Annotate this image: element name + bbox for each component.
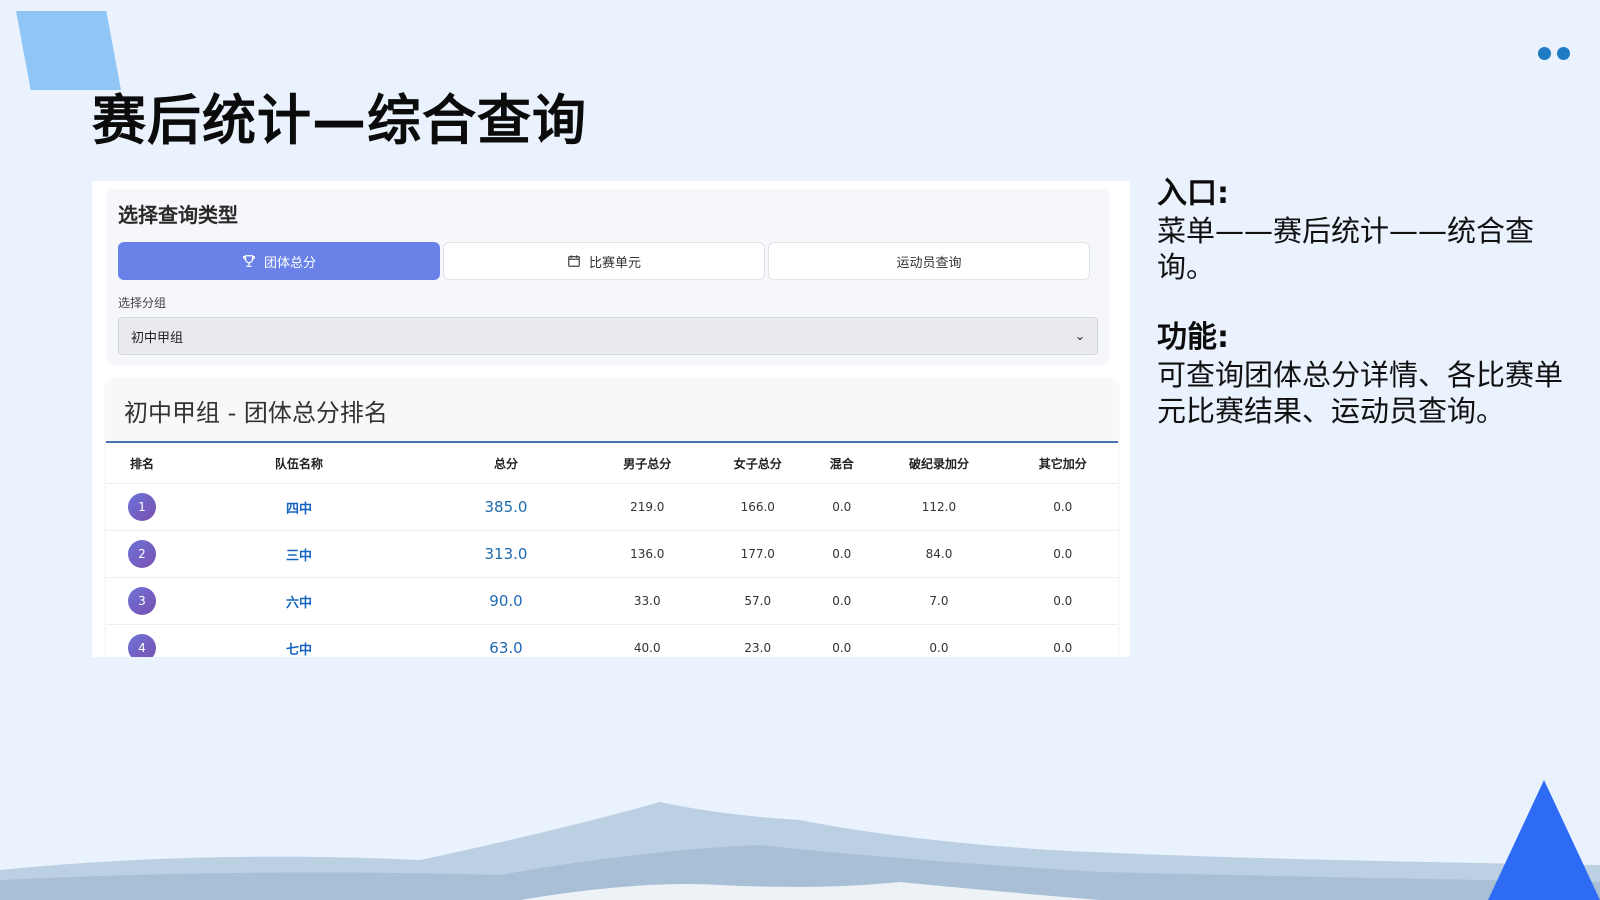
- male-score: 40.0: [592, 624, 703, 657]
- function-text: 可查询团体总分详情、各比赛单元比赛结果、运动员查询。: [1157, 358, 1564, 428]
- ranking-card: 初中甲组 - 团体总分排名 排名 队伍名称 总分 男子总分 女子总分 混合 破纪…: [106, 379, 1118, 657]
- ranking-table: 排名 队伍名称 总分 男子总分 女子总分 混合 破纪录加分 其它加分 1 四中 …: [106, 443, 1118, 657]
- column-header-team: 队伍名称: [274, 456, 323, 471]
- other-bonus: 0.0: [1007, 577, 1118, 625]
- team-name-link[interactable]: 六中: [286, 596, 312, 611]
- column-header-rank: 排名: [129, 456, 154, 471]
- team-name-link[interactable]: 四中: [286, 502, 312, 517]
- record-bonus: 84.0: [870, 530, 1008, 578]
- team-name-link[interactable]: 七中: [286, 643, 312, 658]
- male-score: 33.0: [592, 577, 703, 625]
- table-row: 3 六中 90.0 33.0 57.0 0.0 7.0 0.0: [106, 577, 1118, 625]
- entry-text: 菜单——赛后统计——统合查询。: [1157, 214, 1535, 284]
- query-section-title: 选择查询类型: [118, 203, 238, 227]
- athlete-query-button[interactable]: 运动员查询: [768, 242, 1090, 280]
- total-score: 90.0: [489, 592, 523, 610]
- group-select-value: 初中甲组: [131, 330, 184, 346]
- female-score: 57.0: [702, 577, 813, 625]
- athlete-query-label: 运动员查询: [896, 255, 962, 271]
- team-total-label: 团体总分: [263, 255, 316, 271]
- group-select-label: 选择分组: [118, 296, 167, 310]
- other-bonus: 0.0: [1007, 483, 1118, 531]
- ranking-title: 初中甲组 - 团体总分排名: [106, 379, 1118, 443]
- male-score: 136.0: [592, 530, 703, 578]
- other-bonus: 0.0: [1007, 624, 1118, 657]
- total-score: 385.0: [484, 498, 528, 516]
- function-heading: 功能:: [1157, 320, 1229, 355]
- rank-badge: 1: [128, 493, 156, 521]
- column-header-other: 其它加分: [1038, 456, 1087, 471]
- calendar-icon: [568, 255, 580, 267]
- event-unit-label: 比赛单元: [588, 255, 641, 271]
- team-name-link[interactable]: 三中: [286, 549, 312, 564]
- column-header-mixed: 混合: [829, 456, 854, 471]
- mixed-score: 0.0: [813, 530, 871, 578]
- female-score: 166.0: [702, 483, 813, 531]
- table-row: 2 三中 313.0 136.0 177.0 0.0 84.0 0.0: [106, 530, 1118, 578]
- description-panel: 入口: 菜单——赛后统计——统合查询。 功能: 可查询团体总分详情、各比赛单元比…: [1157, 175, 1567, 429]
- mixed-score: 0.0: [813, 577, 871, 625]
- mountain-landscape-image: [0, 802, 1600, 900]
- other-bonus: 0.0: [1007, 530, 1118, 578]
- query-type-panel: 选择查询类型 团体总分 比赛单元 运动员查询 选择分组 初中甲组 ⌄: [106, 189, 1110, 365]
- column-header-total: 总分: [493, 456, 518, 471]
- chevron-down-icon: ⌄: [1074, 329, 1085, 343]
- table-row: 1 四中 385.0 219.0 166.0 0.0 112.0 0.0: [106, 483, 1118, 531]
- mixed-score: 0.0: [813, 483, 871, 531]
- female-score: 177.0: [702, 530, 813, 578]
- entry-heading: 入口:: [1157, 176, 1229, 211]
- event-unit-button[interactable]: 比赛单元: [443, 242, 765, 280]
- column-header-female: 女子总分: [733, 456, 782, 471]
- rank-badge: 3: [128, 587, 156, 615]
- rank-badge: 2: [128, 540, 156, 568]
- decorative-dots: [1538, 47, 1570, 60]
- male-score: 219.0: [592, 483, 703, 531]
- column-header-record: 破纪录加分: [908, 456, 969, 471]
- record-bonus: 112.0: [870, 483, 1008, 531]
- record-bonus: 0.0: [870, 624, 1008, 657]
- total-score: 63.0: [489, 639, 523, 657]
- app-screenshot: 选择查询类型 团体总分 比赛单元 运动员查询 选择分组 初中甲组 ⌄ 初中甲组 …: [92, 181, 1130, 657]
- team-total-button[interactable]: 团体总分: [118, 242, 440, 280]
- trophy-icon: [243, 255, 255, 267]
- column-header-male: 男子总分: [623, 456, 672, 471]
- mixed-score: 0.0: [813, 624, 871, 657]
- table-header-row: 排名 队伍名称 总分 男子总分 女子总分 混合 破纪录加分 其它加分: [106, 443, 1118, 484]
- group-select[interactable]: 初中甲组 ⌄: [118, 317, 1098, 355]
- female-score: 23.0: [702, 624, 813, 657]
- total-score: 313.0: [484, 545, 528, 563]
- rank-badge: 4: [128, 634, 156, 657]
- table-row: 4 七中 63.0 40.0 23.0 0.0 0.0 0.0: [106, 624, 1118, 658]
- slide-title: 赛后统计—综合查询: [92, 89, 587, 152]
- record-bonus: 7.0: [870, 577, 1008, 625]
